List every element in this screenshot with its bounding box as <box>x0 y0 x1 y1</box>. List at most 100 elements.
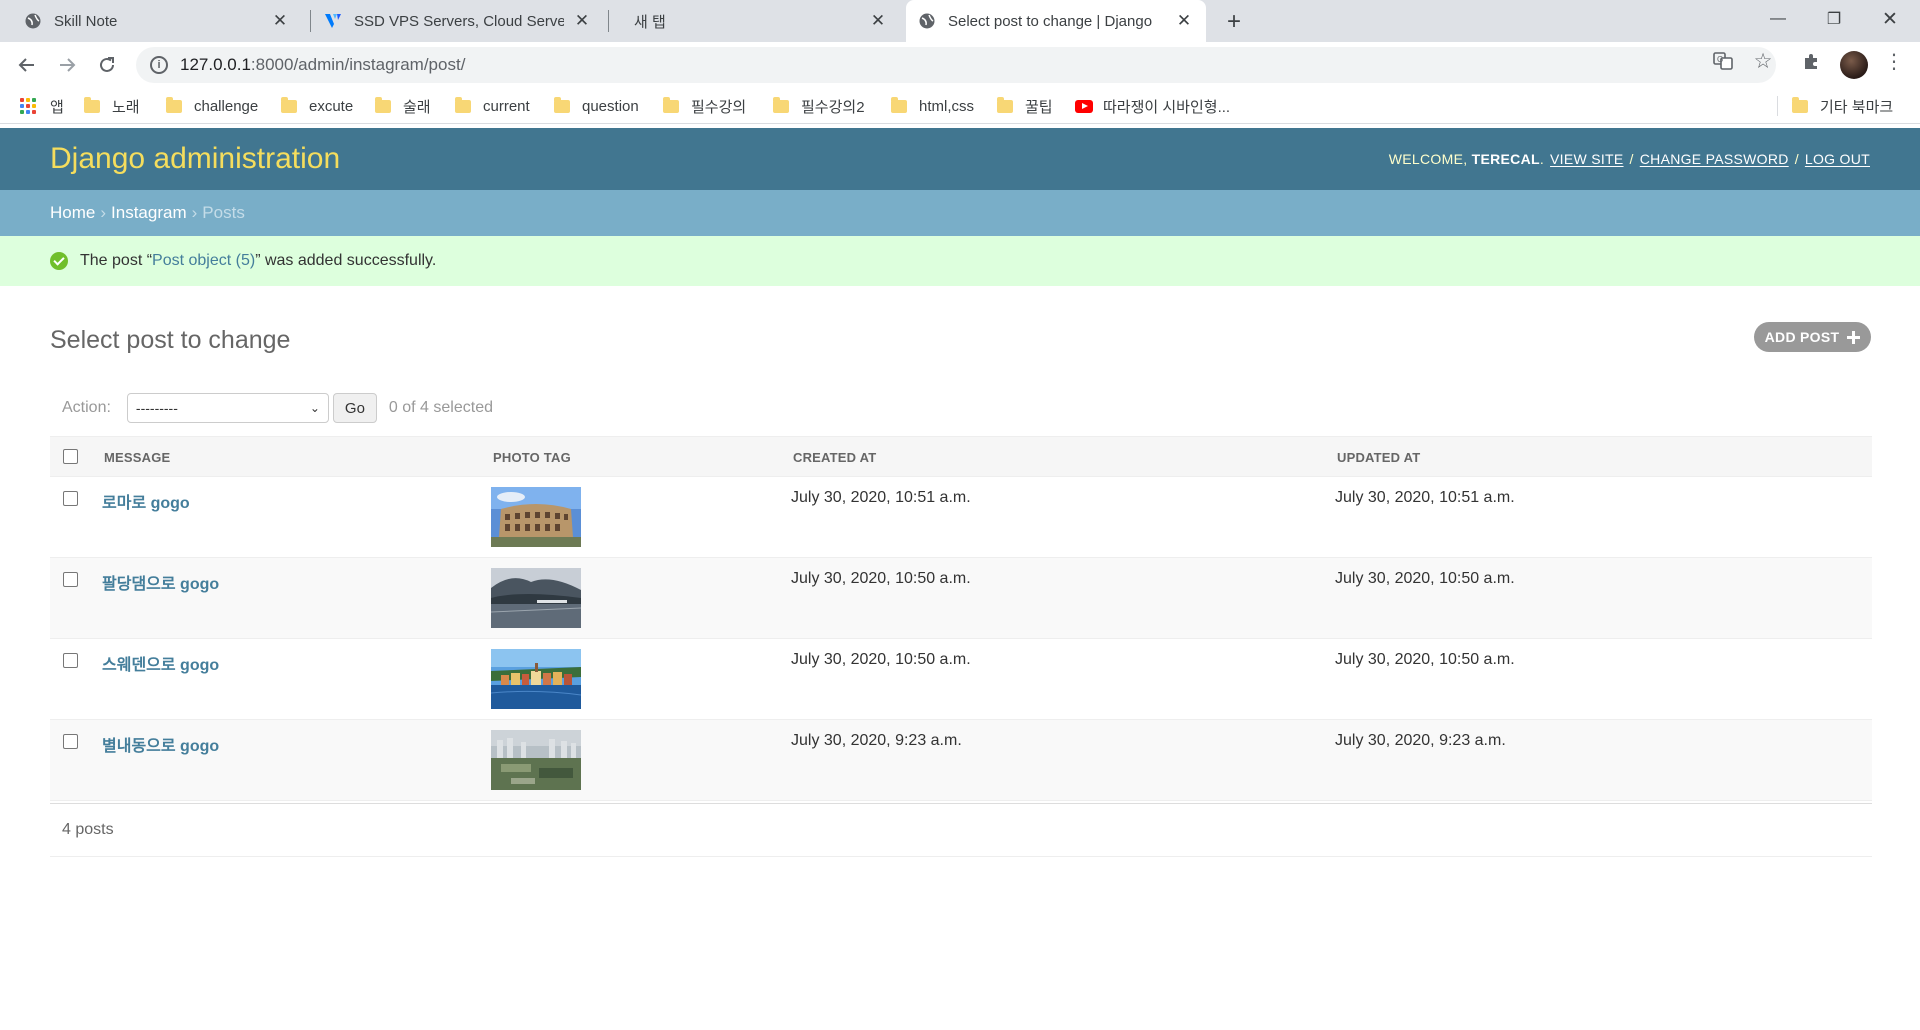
view-site-link[interactable]: VIEW SITE <box>1550 151 1624 167</box>
add-post-button[interactable]: ADD POST <box>1754 322 1871 352</box>
post-message-link[interactable]: 로마로 gogo <box>102 489 190 513</box>
bookmark-folder[interactable]: 술래 <box>375 95 431 117</box>
selection-counter: 0 of 4 selected <box>388 399 493 416</box>
svg-text:G: G <box>1717 55 1723 64</box>
row-checkbox[interactable] <box>63 491 78 506</box>
bookmark-label: excute <box>309 97 354 115</box>
bookmark-folder[interactable]: current <box>455 95 530 117</box>
photo-thumbnail[interactable] <box>491 487 581 547</box>
row-checkbox[interactable] <box>63 653 78 668</box>
created-at: July 30, 2020, 10:51 a.m. <box>791 489 971 506</box>
table-row: 팔당댐으로 gogo July 30, 2020, 10:50 a.m. Jul… <box>50 558 1872 639</box>
bookmark-label: 앱 <box>50 98 64 116</box>
bookmark-label: 따라쟁이 시바인형... <box>1103 98 1231 116</box>
folder-icon <box>375 96 391 113</box>
tab-django-admin[interactable]: Select post to change | Django ✕ <box>906 0 1206 42</box>
close-icon[interactable]: ✕ <box>868 11 888 31</box>
bookmark-label: 술래 <box>403 98 431 116</box>
bookmark-label: question <box>582 97 639 115</box>
close-icon[interactable]: ✕ <box>1174 11 1194 31</box>
check-circle-icon <box>50 252 68 270</box>
breadcrumb-current: Posts <box>202 203 245 222</box>
bookmark-folder[interactable]: html,css <box>891 95 974 117</box>
column-header-updated-at[interactable]: UPDATED AT <box>1337 450 1420 465</box>
breadcrumb-separator: › <box>191 203 198 222</box>
separator: / <box>1794 151 1799 167</box>
bookmark-other[interactable]: 기타 북마크 <box>1792 95 1893 117</box>
minimize-icon[interactable]: — <box>1750 0 1806 38</box>
breadcrumb-instagram[interactable]: Instagram <box>111 203 187 223</box>
window-close-icon[interactable]: ✕ <box>1862 0 1918 38</box>
action-select[interactable]: --------- ⌄ <box>126 393 329 423</box>
created-at: July 30, 2020, 10:50 a.m. <box>791 570 971 587</box>
tab-new-tab[interactable]: 새 탭 ✕ <box>610 0 900 42</box>
post-message-link[interactable]: 별내동으로 gogo <box>102 732 219 756</box>
close-icon[interactable]: ✕ <box>270 11 290 31</box>
plus-icon <box>1847 330 1861 344</box>
bookmark-label: html,css <box>919 97 975 115</box>
bookmark-folder[interactable]: excute <box>281 95 353 117</box>
tab-skill-note[interactable]: Skill Note ✕ <box>12 0 302 42</box>
address-bar[interactable]: i 127.0.0.1:8000/admin/instagram/post/ <box>136 47 1776 83</box>
photo-thumbnail[interactable] <box>491 730 581 790</box>
forward-icon[interactable] <box>52 50 82 80</box>
bookmark-folder[interactable]: 필수강의2 <box>773 95 865 117</box>
message-prefix: The post “ <box>80 252 153 269</box>
translate-icon[interactable]: G <box>1712 50 1734 72</box>
row-checkbox[interactable] <box>63 572 78 587</box>
photo-thumbnail[interactable] <box>491 649 581 709</box>
maximize-icon[interactable]: ❐ <box>1806 0 1862 38</box>
folder-icon <box>1792 96 1808 113</box>
folder-icon <box>997 96 1013 113</box>
close-icon[interactable]: ✕ <box>572 11 592 31</box>
bookmarks-bar: 앱 노래 challenge excute 술래 current questio… <box>0 88 1920 124</box>
change-password-link[interactable]: CHANGE PASSWORD <box>1640 151 1789 167</box>
site-branding[interactable]: Django administration <box>50 142 340 176</box>
column-header-created-at[interactable]: CREATED AT <box>793 450 876 465</box>
menu-kebab-icon[interactable]: ⋮ <box>1883 50 1905 73</box>
actions-bar: Action: --------- ⌄ Go 0 of 4 selected <box>50 390 1872 426</box>
separator: / <box>1629 151 1634 167</box>
table-row: 로마로 gogo July 30, 2020, 10:51 a.m. July … <box>50 477 1872 558</box>
column-header-message[interactable]: MESSAGE <box>104 450 170 465</box>
bookmark-label: 필수강의2 <box>801 98 865 116</box>
extensions-icon[interactable] <box>1801 50 1823 72</box>
apps-icon <box>20 98 36 114</box>
post-message-link[interactable]: 스웨덴으로 gogo <box>102 651 219 675</box>
bookmark-apps[interactable]: 앱 <box>20 95 64 117</box>
table-row: 별내동으로 gogo July 30, 2020, 9:23 a.m. July… <box>50 720 1872 801</box>
column-header-photo-tag[interactable]: PHOTO TAG <box>493 450 571 465</box>
bookmark-folder[interactable]: 꿀팁 <box>997 95 1053 117</box>
site-info-icon[interactable]: i <box>150 56 168 74</box>
bookmark-label: 노래 <box>112 98 140 116</box>
reload-icon[interactable] <box>92 50 122 80</box>
breadcrumb-home[interactable]: Home <box>50 203 95 223</box>
browser-toolbar: i 127.0.0.1:8000/admin/instagram/post/ G… <box>0 42 1920 88</box>
bookmark-youtube[interactable]: 따라쟁이 시바인형... <box>1075 95 1230 117</box>
chevron-down-icon: ⌄ <box>309 401 320 415</box>
tab-title: SSD VPS Servers, Cloud Servers <box>354 12 564 30</box>
select-all-checkbox[interactable] <box>63 449 78 464</box>
bookmark-label: 기타 북마크 <box>1820 98 1894 116</box>
tab-ssd-vps[interactable]: SSD VPS Servers, Cloud Servers ✕ <box>312 0 604 42</box>
post-object-link[interactable]: Post object (5) <box>152 252 255 270</box>
row-checkbox[interactable] <box>63 734 78 749</box>
admin-header: Django administration WELCOME, TERECAL. … <box>0 128 1920 190</box>
page-title: Select post to change <box>50 326 291 354</box>
folder-icon <box>281 96 297 113</box>
folder-icon <box>84 96 100 113</box>
profile-avatar[interactable] <box>1840 51 1868 79</box>
bookmark-folder[interactable]: challenge <box>166 95 258 117</box>
log-out-link[interactable]: LOG OUT <box>1805 151 1870 167</box>
bookmark-folder[interactable]: question <box>554 95 639 117</box>
bookmark-star-icon[interactable]: ☆ <box>1752 50 1774 73</box>
table-header: MESSAGE PHOTO TAG CREATED AT UPDATED AT <box>50 436 1872 477</box>
bookmark-folder[interactable]: 노래 <box>84 95 140 117</box>
go-button[interactable]: Go <box>332 393 377 423</box>
new-tab-icon[interactable]: + <box>1220 8 1248 36</box>
back-icon[interactable] <box>12 50 42 80</box>
folder-icon <box>166 96 182 113</box>
photo-thumbnail[interactable] <box>491 568 581 628</box>
bookmark-folder[interactable]: 필수강의 <box>663 95 746 117</box>
post-message-link[interactable]: 팔당댐으로 gogo <box>102 570 219 594</box>
